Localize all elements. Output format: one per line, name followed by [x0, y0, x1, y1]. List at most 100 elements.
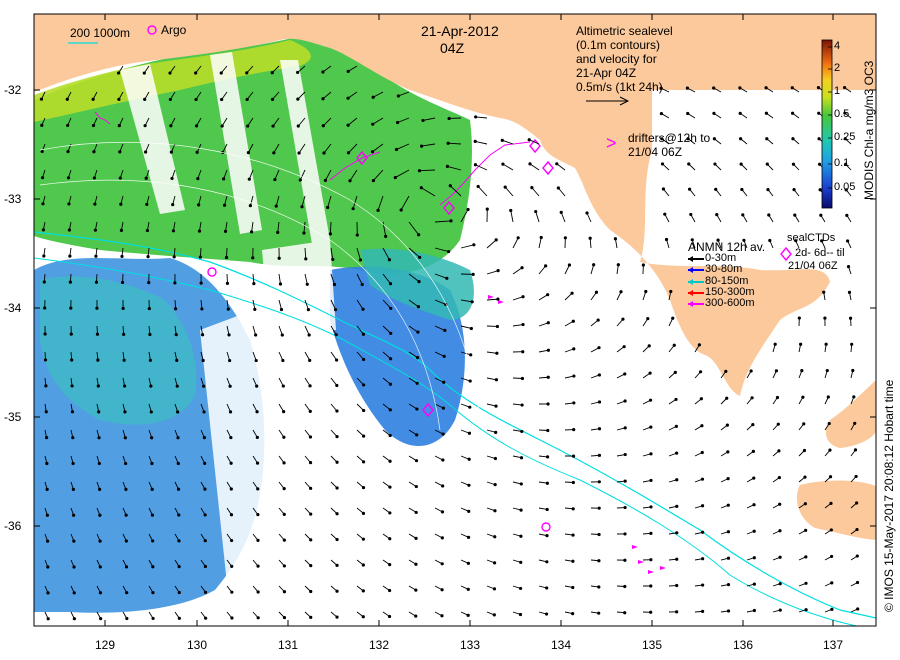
velocity-arrow-head — [790, 86, 794, 90]
velocity-arrow-head — [125, 591, 129, 595]
velocity-arrow-head — [41, 228, 46, 232]
velocity-arrow-head — [623, 505, 627, 510]
velocity-arrow-head — [361, 537, 366, 541]
velocity-arrow-head — [597, 453, 602, 457]
velocity-arrow-head — [776, 422, 780, 426]
velocity-arrow-head — [362, 383, 366, 387]
velocity-arrow-head — [124, 565, 129, 569]
velocity-arrow-head — [246, 124, 250, 128]
velocity-arrow-head — [623, 372, 627, 376]
velocity-arrow-head — [804, 581, 808, 585]
velocity-arrow-head — [701, 530, 705, 534]
velocity-arrow-head — [752, 608, 756, 613]
velocity-arrow-head — [117, 123, 121, 128]
velocity-arrow-head — [415, 407, 419, 411]
velocity-arrow-head — [701, 557, 705, 561]
velocity-arrow-head — [282, 461, 286, 465]
velocity-arrow-head — [767, 213, 771, 217]
velocity-arrow-head — [309, 538, 313, 542]
velocity-arrow-head — [351, 207, 355, 211]
velocity-arrow-head — [469, 326, 473, 331]
velocity-arrow-head — [521, 322, 525, 327]
velocity-arrow-head — [122, 384, 127, 388]
velocity-arrow-head — [96, 384, 100, 388]
velocity-arrow-head — [194, 97, 198, 102]
velocity-arrow-head — [829, 528, 833, 532]
velocity-arrow-head — [799, 342, 803, 346]
velocity-arrow-head — [394, 147, 399, 152]
velocity-arrow-head — [496, 269, 500, 273]
velocity-arrow-head — [249, 230, 254, 234]
velocity-arrow-head — [493, 483, 497, 487]
velocity-arrow-head — [43, 358, 48, 362]
velocity-arrow-head — [850, 342, 854, 346]
velocity-arrow-head — [545, 481, 549, 485]
velocity-arrow-head — [200, 333, 205, 337]
velocity-arrow-head — [726, 450, 730, 454]
velocity-arrow-head — [685, 86, 690, 90]
velocity-arrow-head — [361, 332, 366, 336]
velocity-arrow-head — [830, 607, 834, 611]
velocity-arrow-head — [151, 539, 155, 543]
velocity-arrow-head — [396, 94, 401, 98]
velocity-arrow-head — [42, 280, 46, 284]
velocity-arrow-head — [669, 289, 673, 294]
velocity-arrow-head — [622, 345, 626, 349]
velocity-arrow-head — [492, 561, 497, 565]
velocity-arrow-head — [571, 585, 575, 590]
velocity-arrow-head — [644, 289, 648, 294]
velocity-arrow-head — [420, 144, 424, 148]
velocity-arrow-head — [72, 513, 76, 517]
velocity-arrow-head — [778, 608, 782, 612]
velocity-arrow-head — [416, 330, 420, 334]
velocity-arrow-head — [388, 563, 392, 567]
velocity-arrow-head — [203, 487, 207, 491]
velocity-arrow-head — [777, 475, 781, 480]
velocity-arrow-head — [800, 369, 804, 373]
velocity-arrow-head — [229, 461, 233, 465]
velocity-arrow-head — [332, 282, 337, 287]
velocity-arrow-head — [474, 115, 478, 119]
sealevel-note-line1: Altimetric sealevel — [576, 24, 673, 38]
velocity-arrow-head — [803, 502, 807, 506]
velocity-arrow-head — [519, 456, 524, 460]
velocity-arrow-head — [509, 208, 513, 213]
velocity-arrow-head — [346, 69, 350, 74]
velocity-arrow-head — [649, 531, 653, 535]
velocity-arrow-head — [597, 400, 602, 404]
velocity-arrow-head — [387, 588, 392, 593]
velocity-arrow-head — [726, 503, 730, 507]
velocity-arrow-head — [346, 96, 350, 100]
velocity-arrow-head — [40, 149, 44, 154]
velocity-arrow-head — [71, 487, 75, 491]
velocity-arrow-head — [271, 124, 275, 128]
velocity-arrow-head — [828, 448, 832, 452]
velocity-arrow-head — [146, 255, 150, 259]
drifters-note: drifters@12h to 21/04 06Z — [628, 131, 710, 159]
velocity-arrow-head — [46, 539, 50, 543]
x-tick-label: 131 — [277, 638, 299, 652]
velocity-arrow-head — [144, 176, 148, 180]
velocity-arrow-head — [253, 333, 258, 337]
velocity-arrow-head — [176, 461, 180, 466]
velocity-arrow-head — [663, 212, 667, 216]
velocity-arrow-head — [361, 511, 366, 515]
velocity-arrow-head — [823, 316, 827, 320]
velocity-arrow-head — [256, 538, 260, 542]
velocity-arrow-head — [144, 150, 148, 154]
velocity-arrow-head — [597, 373, 601, 377]
drifters-note-line1: drifters@12h to — [628, 131, 711, 145]
velocity-arrow-head — [415, 381, 419, 385]
velocity-arrow-head — [752, 582, 756, 586]
velocity-arrow-head — [752, 529, 756, 533]
velocity-arrow-head — [203, 461, 207, 465]
velocity-arrow-head — [660, 162, 665, 166]
velocity-arrow-head — [227, 333, 231, 337]
velocity-arrow-head — [648, 398, 653, 402]
velocity-arrow-head — [700, 504, 705, 508]
velocity-arrow-head — [346, 151, 351, 155]
velocity-arrow-head — [817, 137, 821, 141]
velocity-arrow-head — [701, 583, 705, 587]
velocity-arrow-head — [496, 297, 500, 301]
velocity-arrow-head — [646, 316, 650, 321]
